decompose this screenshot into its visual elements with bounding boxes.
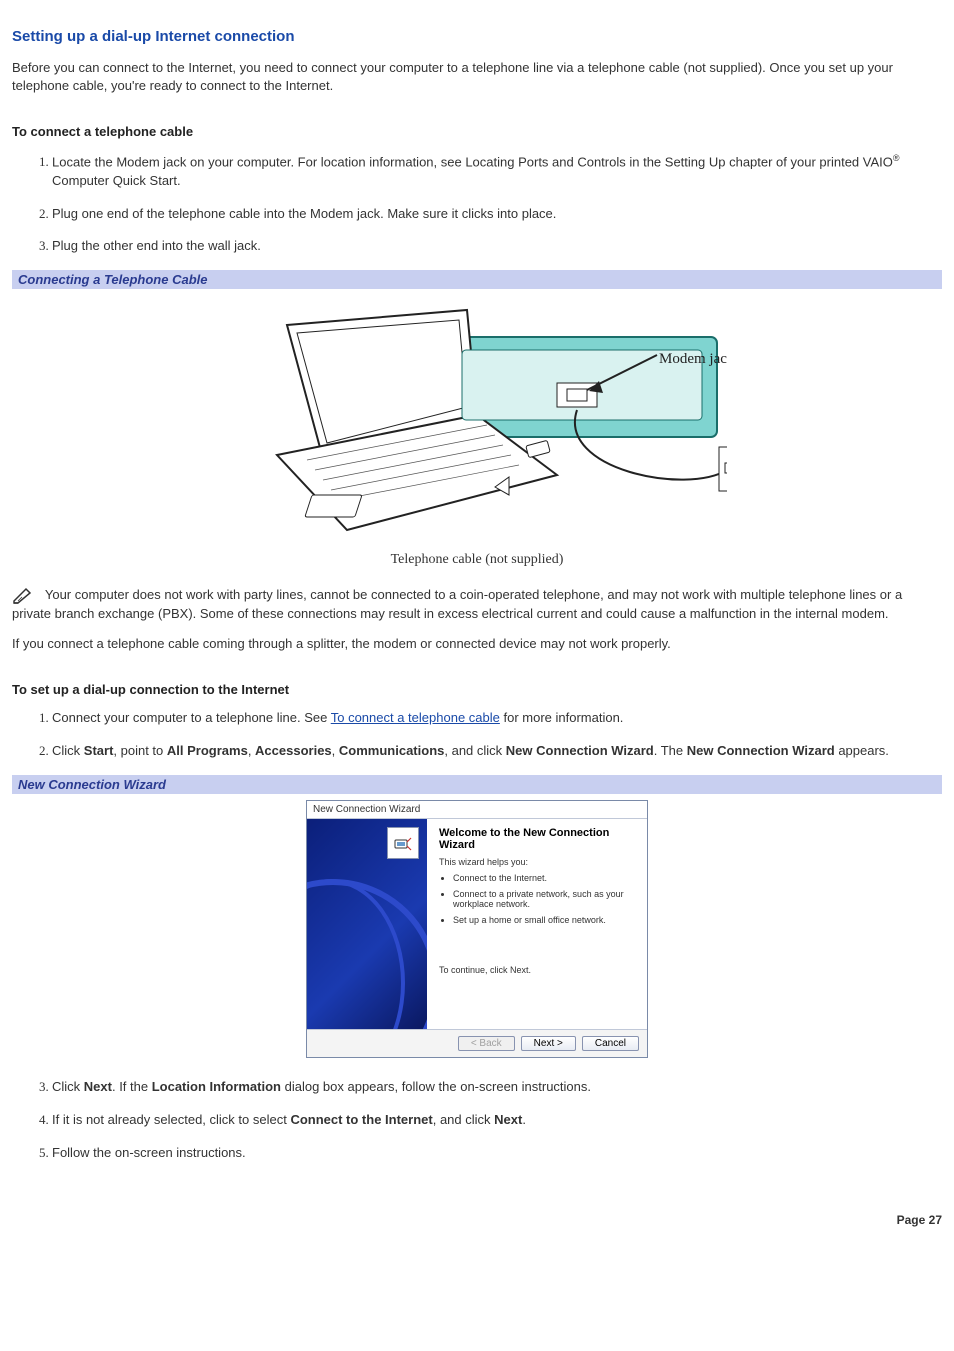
wizard-side-graphic (307, 819, 427, 1029)
registered-mark: ® (893, 153, 900, 163)
s2t1: Click (52, 743, 84, 758)
s2b6: New Connection Wizard (687, 743, 835, 758)
wizard-helps: This wizard helps you: (439, 857, 635, 867)
figure2: New Connection Wizard Welcome to the New… (12, 800, 942, 1058)
wizard-bullet-1: Connect to the Internet. (453, 873, 635, 883)
section1-heading: To connect a telephone cable (12, 123, 942, 141)
s3t1: Click (52, 1079, 84, 1094)
step1-post: Computer Quick Start. (52, 173, 181, 188)
s3t3: dialog box appears, follow the on-screen… (281, 1079, 591, 1094)
wizard-back-button: < Back (458, 1036, 515, 1051)
s4t1: If it is not already selected, click to … (52, 1112, 290, 1127)
s4t2: , and click (433, 1112, 494, 1127)
section1-step2: Plug one end of the telephone cable into… (52, 205, 942, 224)
wizard-cancel-button[interactable]: Cancel (582, 1036, 639, 1051)
s2b1: Start (84, 743, 114, 758)
intro-text: Before you can connect to the Internet, … (12, 59, 942, 95)
section2-step3: Click Next. If the Location Information … (52, 1078, 942, 1097)
fig1-label-modem: Modem jack (659, 351, 727, 367)
figure1: Modem jack Telephone cable (not supplied… (12, 295, 942, 566)
section1-step3: Plug the other end into the wall jack. (52, 237, 942, 256)
section2-step1: Connect your computer to a telephone lin… (52, 709, 942, 728)
s4b1: Connect to the Internet (290, 1112, 432, 1127)
s2t4: , (332, 743, 339, 758)
page-title: Setting up a dial-up Internet connection (12, 28, 942, 45)
s3b2: Location Information (152, 1079, 281, 1094)
wizard-next-button[interactable]: Next > (521, 1036, 576, 1051)
figure1-caption: Connecting a Telephone Cable (12, 270, 942, 289)
wizard-bullet-2: Connect to a private network, such as yo… (453, 889, 635, 909)
s2s1-pre: Connect your computer to a telephone lin… (52, 710, 331, 725)
page-number: Page 27 (12, 1213, 942, 1227)
s2t2: , point to (113, 743, 166, 758)
wizard-continue: To continue, click Next. (439, 965, 635, 975)
s2b4: Communications (339, 743, 444, 758)
wizard-dialog: New Connection Wizard Welcome to the New… (306, 800, 648, 1058)
note-icon (12, 587, 38, 602)
step1-pre: Locate the Modem jack on your computer. … (52, 154, 893, 169)
section2-step2: Click Start, point to All Programs, Acce… (52, 742, 942, 761)
wizard-side-icon (387, 827, 419, 859)
s2b3: Accessories (255, 743, 332, 758)
note-paragraph: Your computer does not work with party l… (12, 586, 942, 623)
s3t2: . If the (112, 1079, 152, 1094)
s3b1: Next (84, 1079, 112, 1094)
wizard-heading: Welcome to the New Connection Wizard (439, 827, 635, 851)
note-text: Your computer does not work with party l… (12, 587, 902, 621)
section1-step1: Locate the Modem jack on your computer. … (52, 152, 942, 191)
s2t6: . The (654, 743, 687, 758)
s2b2: All Programs (167, 743, 248, 758)
wizard-bullet-3: Set up a home or small office network. (453, 915, 635, 925)
s4t3: . (522, 1112, 526, 1127)
section2-heading: To set up a dial-up connection to the In… (12, 681, 942, 699)
s4b2: Next (494, 1112, 522, 1127)
s2s1-post: for more information. (500, 710, 624, 725)
section2-step5: Follow the on-screen instructions. (52, 1144, 942, 1163)
s2t7: appears. (835, 743, 889, 758)
splitter-text: If you connect a telephone cable coming … (12, 635, 942, 653)
s2b5: New Connection Wizard (506, 743, 654, 758)
s2t5: , and click (444, 743, 505, 758)
link-connect-cable[interactable]: To connect a telephone cable (331, 710, 500, 725)
figure2-caption: New Connection Wizard (12, 775, 942, 794)
s2t3: , (248, 743, 255, 758)
wizard-titlebar: New Connection Wizard (307, 801, 647, 819)
section2-step4: If it is not already selected, click to … (52, 1111, 942, 1130)
